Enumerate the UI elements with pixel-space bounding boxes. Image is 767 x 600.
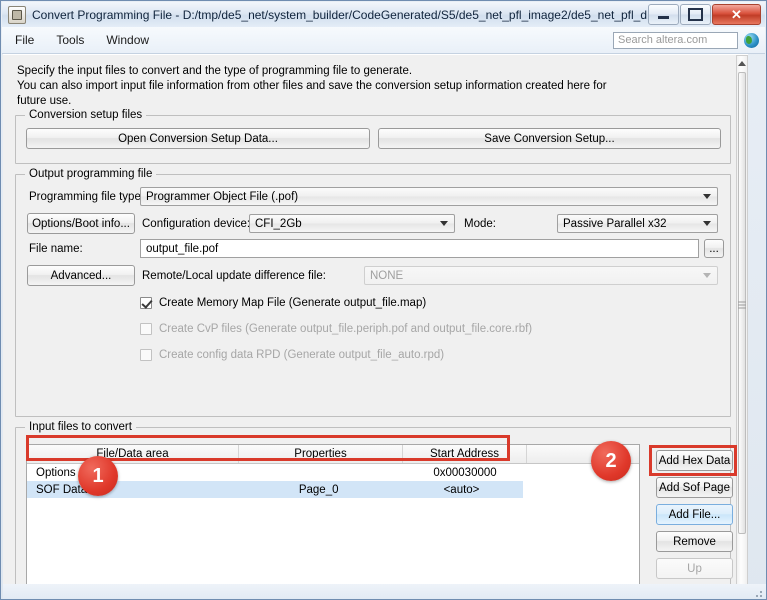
- file-name-input[interactable]: output_file.pof: [140, 239, 699, 258]
- table-row[interactable]: Options 0x00030000: [27, 464, 639, 481]
- menu-item-tools[interactable]: Tools: [47, 30, 93, 50]
- browse-file-button[interactable]: ...: [704, 239, 724, 258]
- scroll-up-button[interactable]: [737, 56, 747, 71]
- conversion-setup-group: Conversion setup files Open Conversion S…: [15, 109, 731, 164]
- create-cvp-files-checkbox-row: Create CvP files (Generate output_file.p…: [140, 323, 532, 335]
- input-files-table[interactable]: File/Data area Properties Start Address …: [26, 444, 640, 589]
- window-title: Convert Programming File - D:/tmp/de5_ne…: [32, 7, 647, 22]
- options-boot-info-button[interactable]: Options/Boot info...: [27, 213, 135, 234]
- chevron-down-icon: [703, 273, 711, 278]
- cell-start-address: <auto>: [443, 483, 480, 496]
- dialog-content: Specify the input files to convert and t…: [3, 54, 748, 598]
- remove-button[interactable]: Remove: [656, 531, 733, 552]
- cell-file-data-area: SOF Data: [36, 483, 88, 496]
- cell-properties: Page_0: [298, 483, 339, 496]
- checkbox-icon-unchecked: [140, 323, 152, 335]
- checkbox-icon-checked[interactable]: [140, 297, 152, 309]
- programming-file-type-value: Programmer Object File (.pof): [146, 190, 299, 203]
- minimize-button[interactable]: [648, 4, 679, 25]
- remote-local-update-value: NONE: [370, 269, 404, 282]
- configuration-device-label: Configuration device:: [142, 218, 251, 230]
- search-area: Search altera.com: [613, 31, 759, 49]
- search-input[interactable]: Search altera.com: [613, 31, 738, 49]
- programming-file-type-select[interactable]: Programmer Object File (.pof): [140, 187, 718, 206]
- menu-item-file[interactable]: File: [6, 30, 43, 50]
- remote-local-update-select[interactable]: NONE: [364, 266, 718, 285]
- checkbox-icon-unchecked: [140, 349, 152, 361]
- close-button[interactable]: ✕: [712, 4, 761, 25]
- create-memory-map-file-checkbox-row[interactable]: Create Memory Map File (Generate output_…: [140, 297, 426, 309]
- scrollbar-thumb[interactable]: [738, 72, 746, 534]
- add-sof-page-button[interactable]: Add Sof Page: [656, 477, 733, 498]
- intro-line-2: You can also import input file informati…: [17, 80, 607, 92]
- resize-grip-icon[interactable]: [752, 587, 762, 597]
- file-name-value: output_file.pof: [146, 242, 219, 255]
- convert-programming-file-window: Convert Programming File - D:/tmp/de5_ne…: [0, 0, 767, 600]
- cell-file-data-area: Options: [36, 466, 76, 479]
- create-cvp-files-label: Create CvP files (Generate output_file.p…: [159, 323, 533, 335]
- open-conversion-setup-data-button[interactable]: Open Conversion Setup Data...: [26, 128, 370, 149]
- chevron-up-icon: [738, 61, 746, 66]
- create-memory-map-file-label: Create Memory Map File (Generate output_…: [159, 297, 427, 309]
- mode-select[interactable]: Passive Parallel x32: [557, 214, 718, 233]
- create-config-data-rpd-checkbox-row: Create config data RPD (Generate output_…: [140, 349, 444, 361]
- chevron-down-icon: [703, 194, 711, 199]
- content-scrollbar[interactable]: [736, 55, 748, 598]
- annotation-box-add-file-button: [649, 445, 737, 476]
- maximize-button[interactable]: [680, 4, 711, 25]
- configuration-device-select[interactable]: CFI_2Gb: [249, 214, 455, 233]
- mode-label: Mode:: [464, 218, 496, 230]
- chevron-down-icon: [440, 221, 448, 226]
- remote-local-update-label: Remote/Local update difference file:: [142, 270, 326, 282]
- menu-item-window[interactable]: Window: [97, 30, 158, 50]
- up-button: Up: [656, 558, 733, 579]
- conversion-setup-group-title: Conversion setup files: [25, 109, 147, 121]
- app-icon: [8, 5, 26, 24]
- mode-value: Passive Parallel x32: [563, 217, 667, 230]
- add-file-button[interactable]: Add File...: [656, 504, 733, 525]
- window-controls: ✕: [647, 4, 761, 25]
- advanced-button[interactable]: Advanced...: [27, 265, 135, 286]
- globe-icon[interactable]: [744, 32, 759, 48]
- output-programming-file-group-title: Output programming file: [25, 168, 157, 180]
- menu-bar: File Tools Window Search altera.com: [2, 27, 765, 54]
- maximize-icon: [688, 8, 703, 21]
- minimize-icon: [658, 16, 669, 19]
- file-name-label: File name:: [29, 243, 83, 255]
- create-config-data-rpd-label: Create config data RPD (Generate output_…: [159, 349, 445, 361]
- chevron-down-icon: [703, 221, 711, 226]
- intro-line-3: future use.: [17, 95, 72, 107]
- intro-text: Specify the input files to convert and t…: [17, 64, 727, 109]
- output-programming-file-group: Output programming file Programming file…: [15, 168, 731, 417]
- scrollbar-grip-icon: [738, 300, 746, 309]
- input-files-group-title: Input files to convert: [25, 421, 136, 433]
- configuration-device-value: CFI_2Gb: [255, 217, 302, 230]
- cell-start-address: 0x00030000: [433, 466, 497, 479]
- annotation-marker-1: 1: [78, 456, 118, 496]
- window-bottom-strip: [3, 584, 766, 599]
- programming-file-type-label: Programming file type:: [29, 191, 145, 203]
- annotation-marker-2: 2: [591, 441, 631, 481]
- title-bar[interactable]: Convert Programming File - D:/tmp/de5_ne…: [2, 2, 765, 28]
- save-conversion-setup-button[interactable]: Save Conversion Setup...: [378, 128, 721, 149]
- intro-line-1: Specify the input files to convert and t…: [17, 65, 413, 77]
